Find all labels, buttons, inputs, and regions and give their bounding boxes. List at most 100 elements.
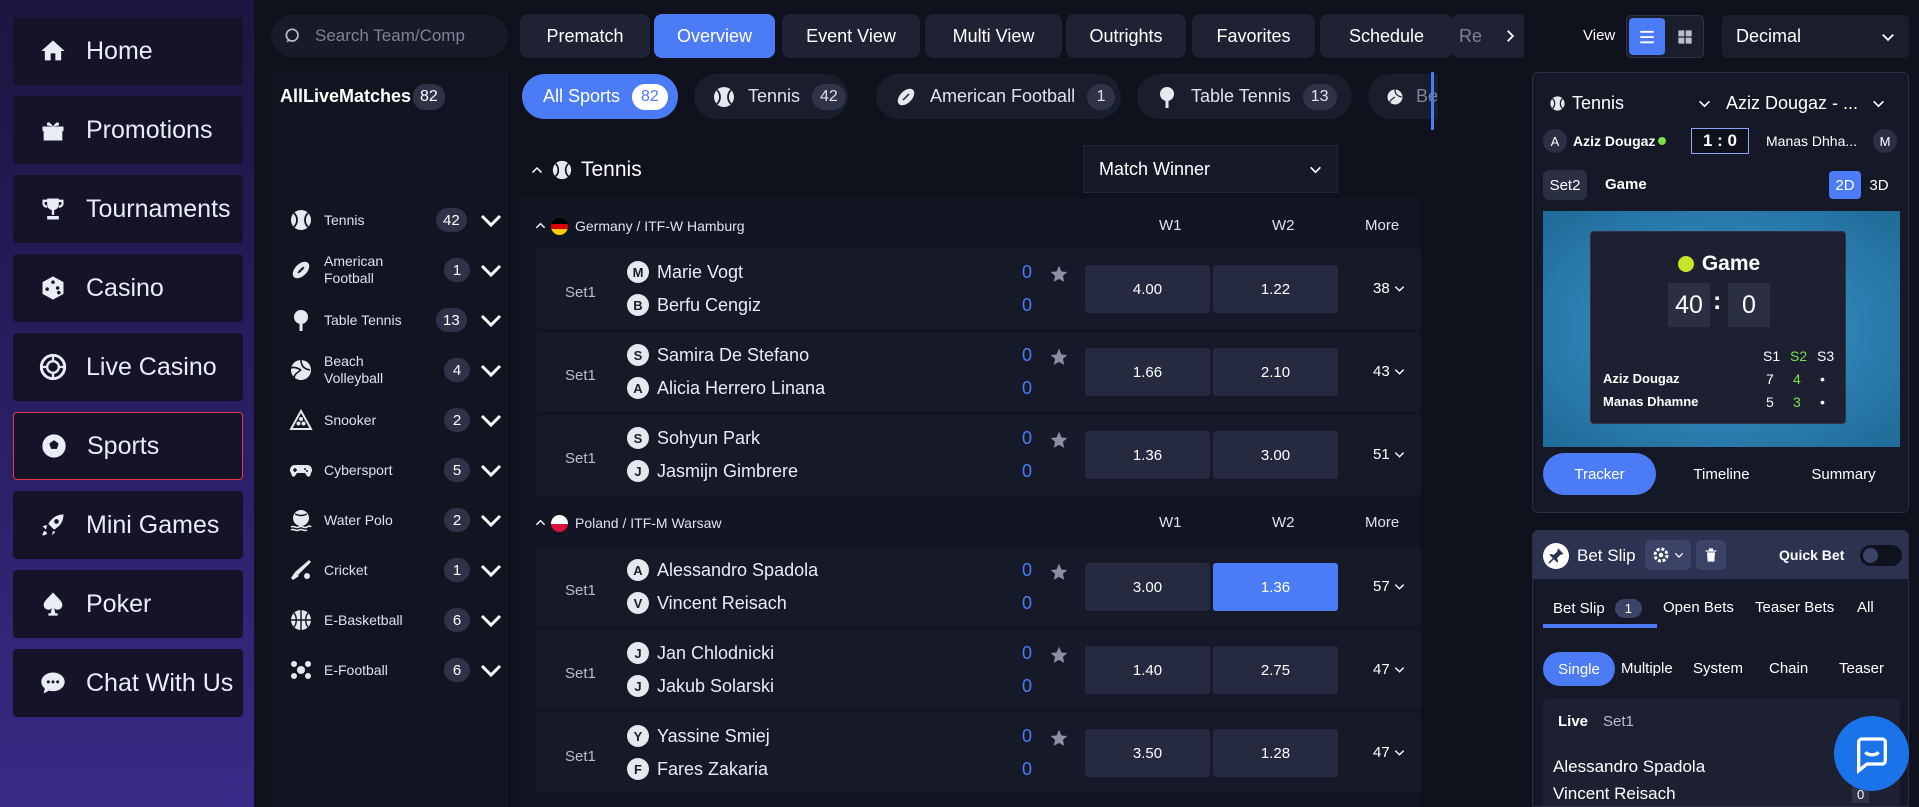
quick-bet-toggle[interactable] <box>1860 545 1902 566</box>
section-title: Tennis <box>581 158 642 181</box>
grid-view-button[interactable] <box>1667 18 1703 55</box>
market-select[interactable]: Match Winner <box>1083 145 1338 193</box>
tabs-scroll-right-button[interactable] <box>1496 14 1524 58</box>
tab-tracker[interactable]: Tracker <box>1543 453 1656 495</box>
chevron-down-icon <box>1394 750 1404 756</box>
pills-scrollbar[interactable] <box>1431 72 1434 130</box>
section-header[interactable]: Tennis <box>531 158 642 182</box>
sidebar-item-cricket[interactable]: Cricket 1 <box>271 545 508 595</box>
sidebar-item-e-basketball[interactable]: E-Basketball 6 <box>271 595 508 645</box>
settings-button[interactable] <box>1645 540 1691 570</box>
odd-w2-button[interactable]: 2.75 <box>1213 646 1338 694</box>
tab-prematch[interactable]: Prematch <box>520 14 650 58</box>
nav-item-poker[interactable]: Poker <box>13 570 243 638</box>
favorite-star-icon[interactable] <box>1049 645 1069 665</box>
league-header[interactable]: Germany / ITF-W Hamburg W1 W2 More <box>535 206 1421 246</box>
match-row[interactable]: Set1 J Jan Chlodnicki 0 J Jakub Solarski… <box>535 630 1421 710</box>
sidebar-item-cybersport[interactable]: Cybersport 5 <box>271 445 508 495</box>
sidebar-item-beach-volleyball[interactable]: Beach Volleyball 4 <box>271 345 508 395</box>
live-label: Live <box>1558 713 1589 730</box>
match-row[interactable]: Set1 A Alessandro Spadola 0 V Vincent Re… <box>535 547 1421 627</box>
list-icon <box>1640 30 1654 43</box>
nav-item-live-casino[interactable]: Live Casino <box>13 333 243 401</box>
tab-results-partial[interactable]: Re <box>1452 14 1496 58</box>
odds-format-select[interactable]: Decimal <box>1722 15 1909 58</box>
filter-tennis[interactable]: Tennis 42 <box>694 74 848 119</box>
pin-icon[interactable] <box>1543 543 1569 569</box>
nav-item-tournaments[interactable]: Tournaments <box>13 175 243 243</box>
sidebar-item-water-polo[interactable]: Water Polo 2 <box>271 495 508 545</box>
tab-outrights[interactable]: Outrights <box>1066 14 1186 58</box>
tab-summary[interactable]: Summary <box>1787 453 1900 495</box>
filter-beach-volleyball-partial[interactable]: Be <box>1368 74 1438 119</box>
sidebar-item-american-football[interactable]: American Football 1 <box>271 245 508 295</box>
set-score: 5 <box>1766 394 1774 410</box>
delete-button[interactable] <box>1696 540 1726 570</box>
filter-all-sports[interactable]: All Sports 82 <box>522 74 678 119</box>
nav-item-chat[interactable]: Chat With Us <box>13 649 243 717</box>
filter-table-tennis[interactable]: Table Tennis 13 <box>1137 74 1352 119</box>
nav-item-sports[interactable]: Sports <box>13 412 243 480</box>
chevron-down-icon <box>480 564 502 578</box>
nav-item-promotions[interactable]: Promotions <box>13 96 243 164</box>
favorite-star-icon[interactable] <box>1049 347 1069 367</box>
filter-american-football[interactable]: American Football 1 <box>876 74 1121 119</box>
sidebar-item-snooker[interactable]: Snooker 2 <box>271 395 508 445</box>
nav-item-mini-games[interactable]: Mini Games <box>13 491 243 559</box>
odd-w2-button[interactable]: 1.22 <box>1213 265 1338 313</box>
favorite-star-icon[interactable] <box>1049 430 1069 450</box>
tab-timeline[interactable]: Timeline <box>1665 453 1778 495</box>
odd-w1-button[interactable]: 3.00 <box>1085 563 1210 611</box>
more-markets-button[interactable]: 47 <box>1373 744 1405 761</box>
tracker-sport-select[interactable]: Tennis <box>1549 93 1711 114</box>
league-header[interactable]: Poland / ITF-M Warsaw W1 W2 More <box>535 503 1421 543</box>
odd-w1-button[interactable]: 4.00 <box>1085 265 1210 313</box>
nav-item-home[interactable]: Home <box>13 17 243 85</box>
odd-w2-button[interactable]: 3.00 <box>1213 431 1338 479</box>
odd-w1-button[interactable]: 1.36 <box>1085 431 1210 479</box>
view-3d-button[interactable]: 3D <box>1863 171 1895 199</box>
odd-w1-button[interactable]: 3.50 <box>1085 729 1210 777</box>
match-row[interactable]: Set1 S Sohyun Park 0 J Jasmijn Gimbrere … <box>535 415 1421 495</box>
tab-multi-view[interactable]: Multi View <box>925 14 1062 58</box>
tab-bet-slip[interactable]: Bet Slip 1 <box>1553 599 1642 618</box>
odd-w1-button[interactable]: 1.66 <box>1085 348 1210 396</box>
favorite-star-icon[interactable] <box>1049 264 1069 284</box>
view-2d-button[interactable]: 2D <box>1829 171 1861 199</box>
tab-all[interactable]: All <box>1857 599 1874 616</box>
chevron-up-icon <box>535 222 546 229</box>
tab-open-bets[interactable]: Open Bets <box>1663 599 1734 616</box>
bet-type-single[interactable]: Single <box>1543 652 1615 686</box>
favorite-star-icon[interactable] <box>1049 728 1069 748</box>
more-markets-button[interactable]: 47 <box>1373 661 1405 678</box>
match-row[interactable]: Set1 Y Yassine Smiej 0 F Fares Zakaria 0… <box>535 713 1421 793</box>
sidebar-item-table-tennis[interactable]: Table Tennis 13 <box>271 295 508 345</box>
search-input[interactable] <box>313 25 493 47</box>
tab-favorites[interactable]: Favorites <box>1192 14 1315 58</box>
odd-w1-button[interactable]: 1.40 <box>1085 646 1210 694</box>
match-row[interactable]: Set1 S Samira De Stefano 0 A Alicia Herr… <box>535 332 1421 412</box>
odd-w2-button[interactable]: 2.10 <box>1213 348 1338 396</box>
list-view-button[interactable] <box>1629 18 1665 55</box>
sidebar-item-e-football[interactable]: E-Football 6 <box>271 645 508 695</box>
more-markets-button[interactable]: 51 <box>1373 446 1405 463</box>
tab-schedule[interactable]: Schedule <box>1320 14 1453 58</box>
odd-w2-button-selected[interactable]: 1.36 <box>1213 563 1338 611</box>
sidebar-item-tennis[interactable]: Tennis 42 <box>271 195 508 245</box>
tab-event-view[interactable]: Event View <box>782 14 920 58</box>
bet-type-teaser[interactable]: Teaser <box>1839 660 1884 677</box>
bet-type-system[interactable]: System <box>1693 660 1743 677</box>
tab-overview[interactable]: Overview <box>654 14 775 58</box>
more-markets-button[interactable]: 57 <box>1373 578 1405 595</box>
tracker-match-select[interactable]: Aziz Dougaz - ... <box>1726 93 1885 114</box>
favorite-star-icon[interactable] <box>1049 562 1069 582</box>
bet-type-multiple[interactable]: Multiple <box>1621 660 1673 677</box>
more-markets-button[interactable]: 38 <box>1373 280 1405 297</box>
match-row[interactable]: Set1 M Marie Vogt 0 B Berfu Cengiz 0 4.0… <box>535 249 1421 329</box>
nav-item-casino[interactable]: Casino <box>13 254 243 322</box>
more-markets-button[interactable]: 43 <box>1373 363 1405 380</box>
bet-type-chain[interactable]: Chain <box>1769 660 1808 677</box>
live-chat-button[interactable] <box>1834 716 1909 791</box>
odd-w2-button[interactable]: 1.28 <box>1213 729 1338 777</box>
tab-teaser-bets[interactable]: Teaser Bets <box>1755 599 1834 616</box>
